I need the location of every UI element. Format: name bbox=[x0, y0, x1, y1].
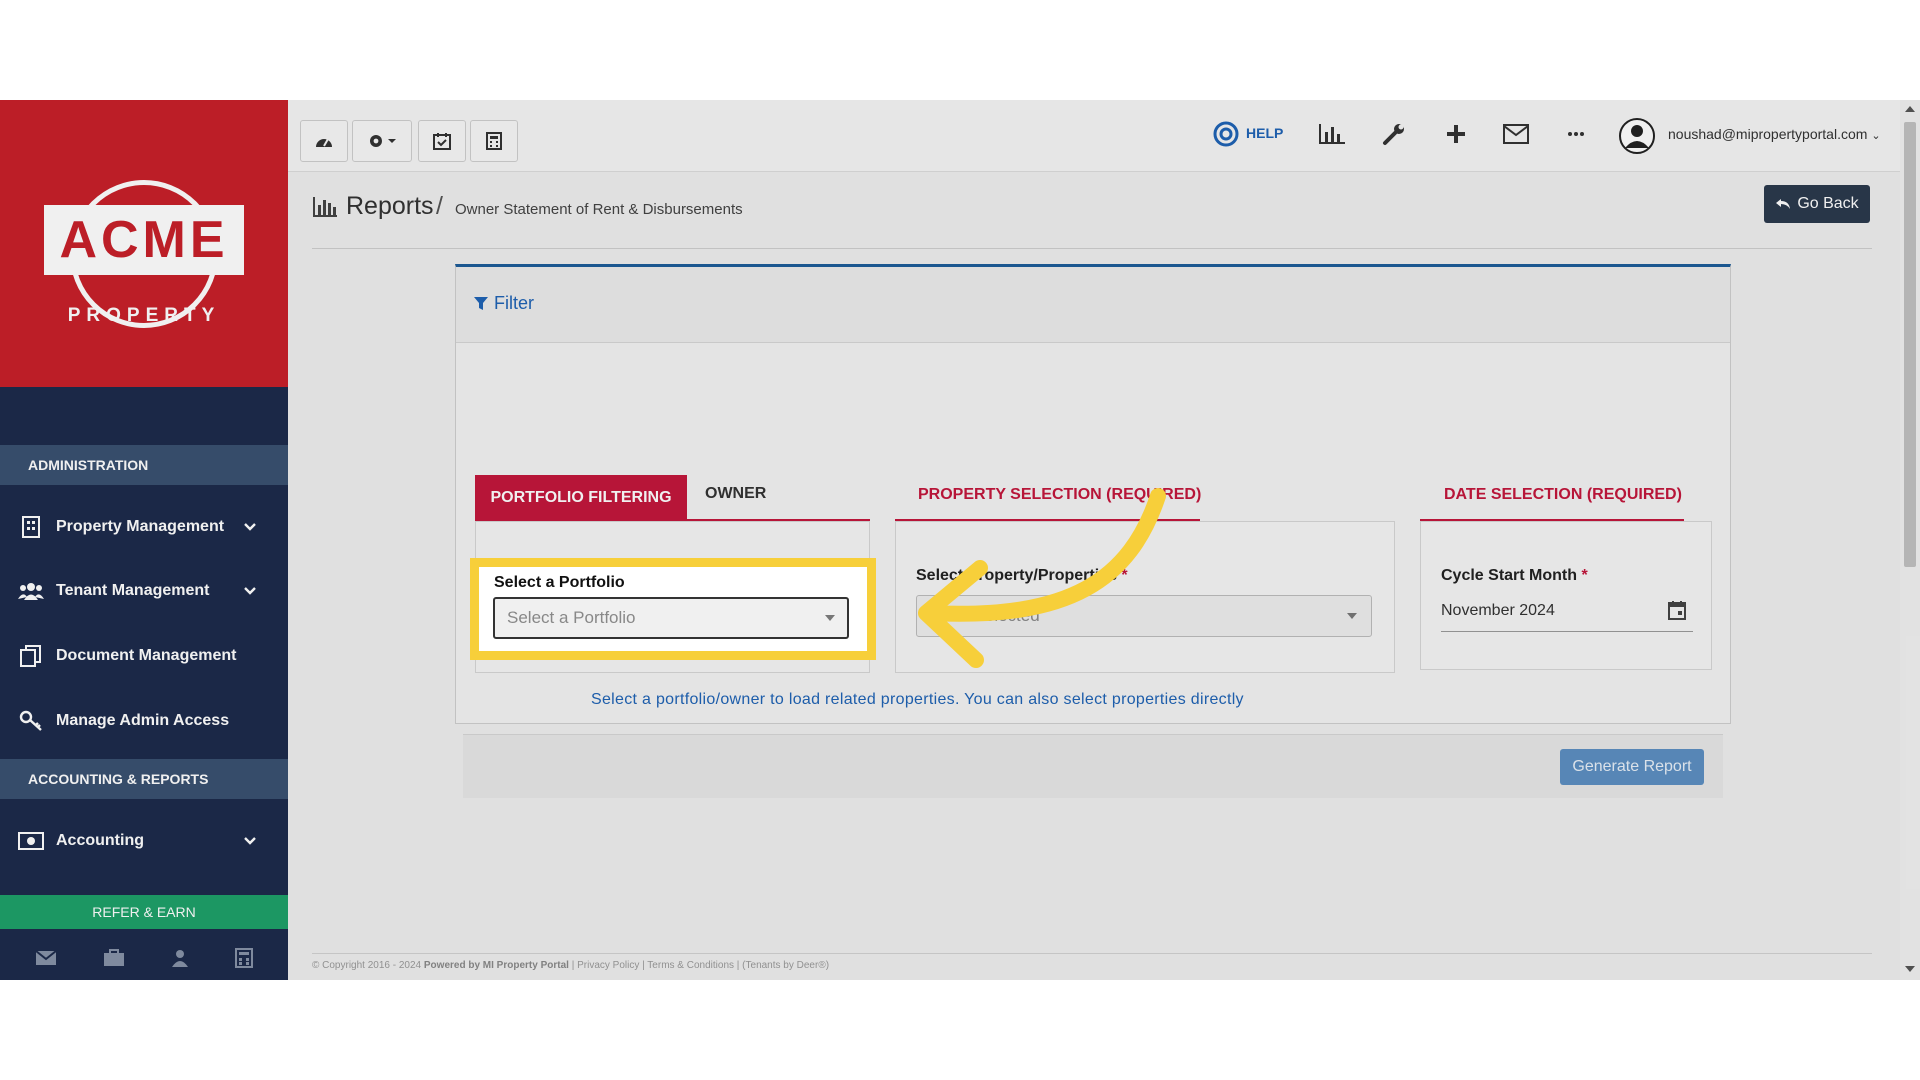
calendar-button[interactable] bbox=[418, 120, 466, 162]
logo[interactable]: ACME PROPERTY bbox=[0, 100, 288, 387]
hint-text: Select a portfolio/owner to load related… bbox=[591, 691, 1244, 708]
portfolio-select[interactable]: Select a Portfolio bbox=[493, 597, 849, 639]
sidebar-item-document-management[interactable]: Document Management bbox=[0, 628, 288, 684]
date-label: Cycle Start Month * bbox=[1441, 567, 1588, 585]
required-mark: * bbox=[1581, 567, 1588, 584]
cycle-start-month-input[interactable]: November 2024 bbox=[1441, 602, 1555, 620]
chevron-down-icon bbox=[244, 523, 256, 531]
divider bbox=[312, 248, 1872, 249]
page-title: Reports bbox=[346, 192, 434, 220]
top-toolbar: HELP noushad@mipropertyportal.com ⌄ bbox=[288, 100, 1900, 172]
annotation-arrow-icon bbox=[918, 488, 1166, 668]
date-label-text: Cycle Start Month bbox=[1441, 567, 1578, 584]
refer-earn-button[interactable]: REFER & EARN bbox=[0, 895, 288, 929]
sidebar: ACME PROPERTY ADMINISTRATION Property Ma… bbox=[0, 100, 288, 980]
calculator-button[interactable] bbox=[470, 120, 518, 162]
date-card: Cycle Start Month * bbox=[1420, 521, 1712, 670]
portfolio-label: Select a Portfolio bbox=[494, 574, 625, 591]
scroll-up-arrow-icon[interactable] bbox=[1905, 106, 1915, 112]
wrench-icon[interactable] bbox=[1378, 118, 1410, 150]
settings-dropdown-button[interactable] bbox=[352, 120, 412, 162]
filter-icon bbox=[474, 296, 488, 310]
filter-title-text: Filter bbox=[494, 293, 534, 313]
users-icon bbox=[18, 580, 44, 602]
footer-extra: (Tenants by Deer®) bbox=[742, 960, 830, 971]
user-email: noushad@mipropertyportal.com bbox=[1668, 126, 1868, 142]
settings-dropdown-icon bbox=[370, 135, 396, 147]
scrollbar-thumb[interactable] bbox=[1904, 122, 1916, 567]
calendar-check-icon bbox=[433, 133, 451, 150]
footer-links[interactable]: | Privacy Policy | Terms & Conditions | bbox=[572, 960, 740, 971]
logo-subtext: PROPERTY bbox=[67, 305, 221, 326]
help-link[interactable]: HELP bbox=[1246, 125, 1283, 141]
user-menu[interactable]: noushad@mipropertyportal.com ⌄ bbox=[1668, 126, 1881, 142]
sidebar-item-accounting[interactable]: Accounting bbox=[0, 813, 288, 869]
chevron-down-icon bbox=[244, 837, 256, 845]
sidebar-item-manage-admin-access[interactable]: Manage Admin Access bbox=[0, 693, 288, 749]
avatar[interactable] bbox=[1618, 117, 1656, 155]
sidebar-item-label: Document Management bbox=[56, 647, 237, 664]
more-icon[interactable] bbox=[1560, 118, 1592, 150]
footer-divider bbox=[312, 953, 1872, 954]
go-back-label: Go Back bbox=[1797, 195, 1859, 212]
dashboard-icon bbox=[316, 138, 332, 147]
calculator-icon[interactable] bbox=[235, 948, 253, 968]
money-icon bbox=[18, 830, 44, 852]
reports-chart-icon bbox=[313, 197, 337, 217]
sidebar-item-label: Manage Admin Access bbox=[56, 712, 230, 729]
powered-by-link[interactable]: Powered by MI Property Portal bbox=[424, 960, 569, 971]
sidebar-item-tenant-management[interactable]: Tenant Management bbox=[0, 563, 288, 619]
caret-down-icon bbox=[825, 615, 835, 621]
sidebar-item-property-management[interactable]: Property Management bbox=[0, 499, 288, 555]
dashboard-button[interactable] bbox=[300, 120, 348, 162]
section-accounting-reports: ACCOUNTING & REPORTS bbox=[0, 759, 288, 799]
calculator-icon bbox=[486, 132, 502, 150]
sidebar-item-label: Tenant Management bbox=[56, 582, 210, 599]
date-underline bbox=[1441, 631, 1693, 632]
plus-icon[interactable] bbox=[1440, 118, 1472, 150]
briefcase-icon[interactable] bbox=[103, 949, 125, 967]
tab-owner[interactable]: OWNER bbox=[705, 485, 766, 503]
sidebar-item-label: Accounting bbox=[56, 832, 144, 849]
reports-chart-icon[interactable] bbox=[1316, 118, 1348, 150]
chevron-down-icon: ⌄ bbox=[1871, 130, 1881, 142]
sidebar-footer bbox=[0, 936, 288, 980]
key-icon bbox=[18, 710, 44, 732]
footer: © Copyright 2016 - 2024 Powered by MI Pr… bbox=[312, 960, 829, 971]
building-icon bbox=[18, 516, 44, 538]
documents-icon bbox=[18, 645, 44, 667]
scrollbar[interactable] bbox=[1900, 100, 1920, 980]
caret-down-icon bbox=[1347, 613, 1357, 619]
portfolio-select-value: Select a Portfolio bbox=[507, 608, 636, 627]
page-subtitle: Owner Statement of Rent & Disbursements bbox=[455, 201, 743, 218]
filter-title: Filter bbox=[474, 293, 534, 314]
generate-report-button[interactable]: Generate Report bbox=[1560, 749, 1704, 785]
tab-date-selection[interactable]: DATE SELECTION (REQUIRED) bbox=[1444, 486, 1682, 504]
sidebar-item-label: Property Management bbox=[56, 518, 225, 535]
mail-icon[interactable] bbox=[1500, 118, 1532, 150]
mail-icon[interactable] bbox=[35, 950, 57, 966]
tab-portfolio-filtering[interactable]: PORTFOLIO FILTERING bbox=[475, 475, 687, 520]
chevron-down-icon bbox=[244, 587, 256, 595]
calendar-icon[interactable] bbox=[1668, 600, 1686, 620]
breadcrumb-separator: / bbox=[436, 192, 443, 220]
reply-icon bbox=[1776, 199, 1791, 209]
logo-text: ACME bbox=[44, 205, 244, 275]
user-icon[interactable] bbox=[171, 949, 189, 967]
go-back-button[interactable]: Go Back bbox=[1764, 185, 1870, 223]
action-bar bbox=[463, 734, 1723, 798]
scroll-down-arrow-icon[interactable] bbox=[1905, 966, 1915, 972]
filter-panel-header: Filter bbox=[456, 267, 1730, 343]
section-administration: ADMINISTRATION bbox=[0, 445, 288, 485]
copyright-text: © Copyright 2016 - 2024 bbox=[312, 960, 422, 971]
app-screen: ACME PROPERTY ADMINISTRATION Property Ma… bbox=[0, 100, 1920, 980]
help-icon[interactable] bbox=[1210, 118, 1242, 150]
highlighted-portfolio-field: Select a Portfolio Select a Portfolio bbox=[470, 558, 876, 660]
